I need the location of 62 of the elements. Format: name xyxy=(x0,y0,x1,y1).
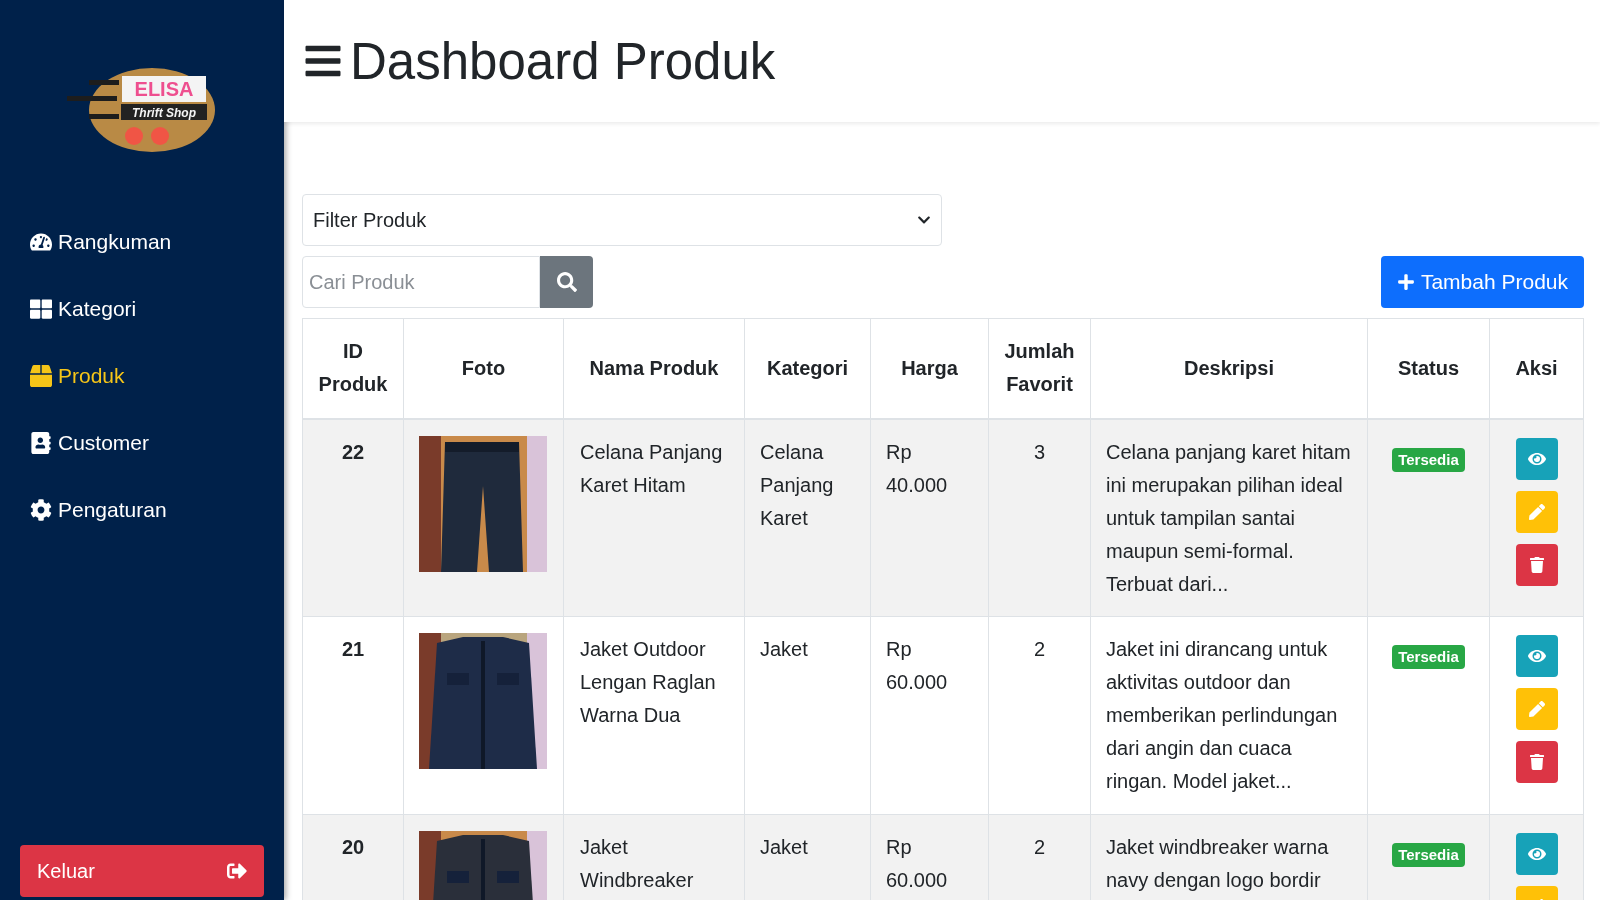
search-button[interactable] xyxy=(540,256,593,308)
search-icon xyxy=(556,272,577,292)
table-cell: Rp 60.000 xyxy=(870,616,989,815)
table-cell: Rp 40.000 xyxy=(870,418,989,617)
column-header: Status xyxy=(1367,318,1490,419)
table-cell: 2 xyxy=(988,616,1091,815)
nav-link[interactable]: Produk xyxy=(30,360,284,392)
view-button[interactable] xyxy=(1515,437,1558,480)
column-header: Deskripsi xyxy=(1090,318,1368,419)
delete-button[interactable] xyxy=(1515,543,1558,586)
table-cell: 20 xyxy=(302,814,404,900)
table-cell: Celana Panjang Karet xyxy=(744,418,871,617)
settings-icon xyxy=(30,499,52,521)
nav-link[interactable]: Kategori xyxy=(30,293,284,325)
delete-button[interactable] xyxy=(1515,741,1558,783)
box-icon xyxy=(30,365,52,387)
column-header: Aksi xyxy=(1489,318,1584,419)
status-badge: Tersedia xyxy=(1392,843,1465,867)
logout-icon xyxy=(227,861,247,881)
grid-icon xyxy=(30,298,52,320)
table-cell: Jaket xyxy=(744,616,871,815)
column-header: ID Produk xyxy=(302,318,404,419)
status-badge: Tersedia xyxy=(1392,447,1465,472)
page-title: Dashboard Produk xyxy=(350,35,776,87)
table-cell: Jaket ini dirancang untuk aktivitas outdoor dan memberikan perlindungan dari angin dan cuaca ringan. Model jaket... xyxy=(1090,616,1368,815)
table-cell: 21 xyxy=(302,616,404,815)
column-header: Kategori xyxy=(744,318,871,419)
nav-link[interactable]: Rangkuman xyxy=(30,226,284,258)
nav-link[interactable]: Pengaturan xyxy=(30,494,284,526)
edit-button[interactable] xyxy=(1515,688,1558,730)
table-cell: Jaket Outdoor Lengan Raglan Warna Dua xyxy=(563,616,745,815)
view-button[interactable] xyxy=(1515,833,1558,875)
table-cell: Jaket xyxy=(744,814,871,900)
add-product-button[interactable]: Tambah Produk xyxy=(1380,256,1584,308)
trash-icon xyxy=(1528,754,1545,770)
view-button[interactable] xyxy=(1515,635,1558,677)
eye-icon xyxy=(1527,647,1546,665)
table-cell: 3 xyxy=(988,418,1091,617)
table-cell: Jaket Windbreaker xyxy=(563,814,745,900)
plus-icon xyxy=(1396,273,1415,291)
gauge-icon xyxy=(30,231,52,253)
column-header: Nama Produk xyxy=(563,318,745,419)
table-cell: Celana panjang karet hitam ini merupakan pilihan ideal untuk tampilan santai maupun semi-formal. Terbuat dari... xyxy=(1090,418,1368,617)
table-cell: Celana Panjang Karet Hitam xyxy=(563,418,745,617)
column-header: Foto xyxy=(403,318,564,419)
table-cell: Jaket windbreaker warna navy dengan logo bordir xyxy=(1090,814,1368,900)
pencil-icon xyxy=(1528,701,1545,717)
table-cell: Rp 60.000 xyxy=(870,814,989,900)
pencil-icon xyxy=(1528,503,1545,520)
table-cell: 22 xyxy=(302,418,404,617)
logout-button[interactable]: Keluar xyxy=(20,845,264,897)
search-field[interactable]: Cari Produk xyxy=(302,256,540,308)
column-header: Jumlah Favorit xyxy=(988,318,1091,419)
nav-link[interactable]: Customer xyxy=(30,427,284,459)
status-badge: Tersedia xyxy=(1392,645,1465,669)
eye-icon xyxy=(1527,845,1546,863)
filter-dropdown[interactable]: Filter Produk xyxy=(302,194,942,246)
table-cell: 2 xyxy=(988,814,1091,900)
trash-icon xyxy=(1528,556,1545,573)
contact-card-icon xyxy=(30,432,52,454)
column-header: Harga xyxy=(870,318,989,419)
edit-button[interactable] xyxy=(1515,490,1558,533)
